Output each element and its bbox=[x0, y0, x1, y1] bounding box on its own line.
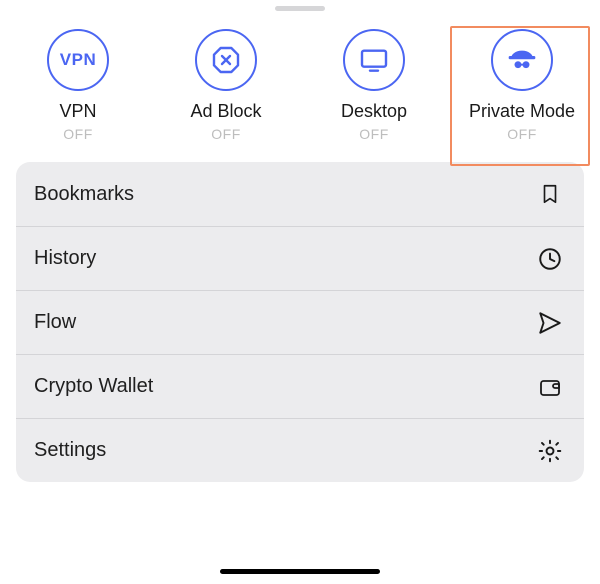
menu-flow[interactable]: Flow bbox=[16, 290, 584, 354]
menu-settings[interactable]: Settings bbox=[16, 418, 584, 482]
vpn-icon-text: VPN bbox=[60, 50, 96, 70]
adblock-toggle[interactable]: Ad Block OFF bbox=[152, 23, 300, 148]
vpn-icon: VPN bbox=[47, 29, 109, 91]
send-icon bbox=[536, 309, 564, 337]
menu-bookmarks-label: Bookmarks bbox=[34, 183, 134, 206]
menu-flow-label: Flow bbox=[34, 311, 76, 334]
desktop-toggle[interactable]: Desktop OFF bbox=[300, 23, 448, 148]
private-mode-label: Private Mode bbox=[469, 101, 575, 122]
bookmark-icon bbox=[536, 180, 564, 208]
private-mode-status: OFF bbox=[507, 126, 537, 142]
home-indicator[interactable] bbox=[220, 569, 380, 574]
menu-list: Bookmarks History Flow Crypto Wallet Set bbox=[16, 162, 584, 482]
private-mode-icon bbox=[491, 29, 553, 91]
sheet-grabber[interactable] bbox=[275, 6, 325, 11]
menu-settings-label: Settings bbox=[34, 439, 106, 462]
desktop-icon bbox=[343, 29, 405, 91]
adblock-icon bbox=[195, 29, 257, 91]
adblock-status: OFF bbox=[211, 126, 241, 142]
vpn-status: OFF bbox=[63, 126, 93, 142]
menu-crypto-wallet[interactable]: Crypto Wallet bbox=[16, 354, 584, 418]
menu-bookmarks[interactable]: Bookmarks bbox=[16, 162, 584, 226]
desktop-label: Desktop bbox=[341, 101, 407, 122]
menu-crypto-label: Crypto Wallet bbox=[34, 375, 153, 398]
desktop-status: OFF bbox=[359, 126, 389, 142]
clock-icon bbox=[536, 245, 564, 273]
adblock-label: Ad Block bbox=[190, 101, 261, 122]
private-mode-toggle[interactable]: Private Mode OFF bbox=[448, 23, 596, 148]
gear-icon bbox=[536, 437, 564, 465]
vpn-toggle[interactable]: VPN VPN OFF bbox=[4, 23, 152, 148]
wallet-icon bbox=[536, 373, 564, 401]
menu-history-label: History bbox=[34, 247, 96, 270]
menu-history[interactable]: History bbox=[16, 226, 584, 290]
quick-toggles: VPN VPN OFF Ad Block OFF bbox=[0, 23, 600, 148]
vpn-label: VPN bbox=[59, 101, 96, 122]
menu-sheet: VPN VPN OFF Ad Block OFF bbox=[0, 6, 600, 584]
